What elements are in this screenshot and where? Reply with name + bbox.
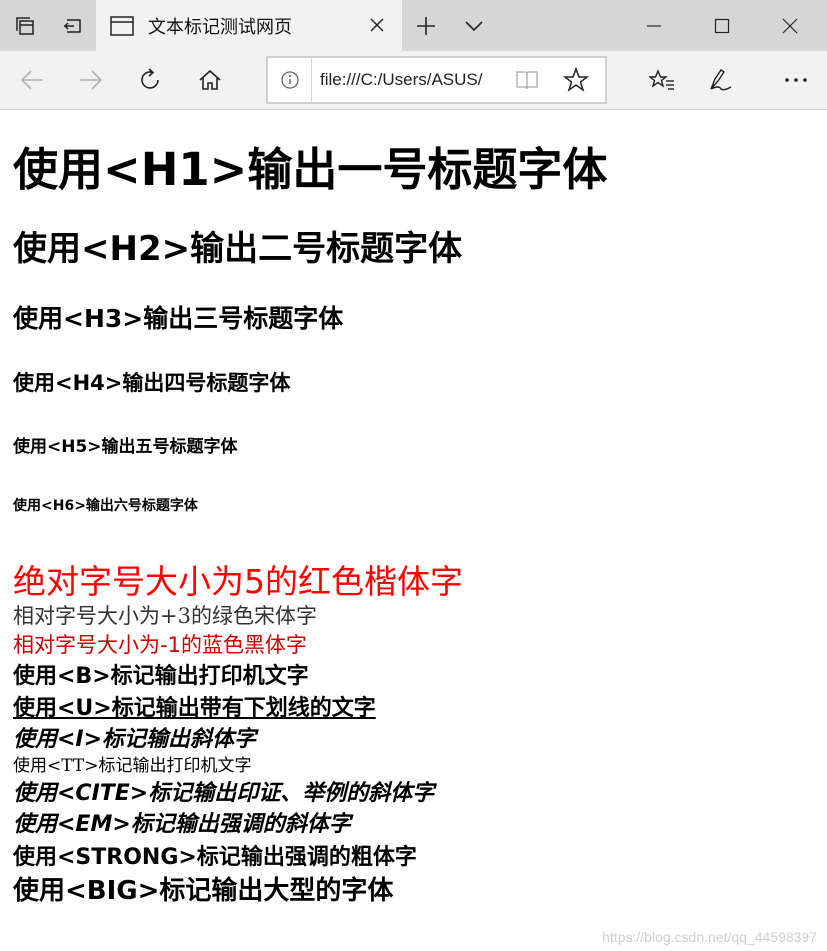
- bold-text: 使用<B>标记输出打印机文字: [13, 664, 309, 689]
- favorite-star-icon[interactable]: [561, 66, 591, 94]
- watermark: https://blog.csdn.net/qq_44598397: [602, 929, 817, 945]
- cite-text: 使用<CITE>标记输出印证、举例的斜体字: [13, 781, 435, 806]
- chevron-down-icon[interactable]: [456, 0, 492, 51]
- tab-back-icon[interactable]: [50, 0, 94, 51]
- window-close-icon[interactable]: [756, 0, 824, 51]
- info-icon[interactable]: [268, 58, 312, 102]
- plus-icon[interactable]: [408, 0, 444, 51]
- heading-h3: 使用<H3>输出三号标题字体: [13, 304, 344, 333]
- heading-h4: 使用<H4>输出四号标题字体: [13, 371, 291, 395]
- heading-h5: 使用<H5>输出五号标题字体: [13, 437, 238, 457]
- underline-text: 使用<U>标记输出带有下划线的文字: [13, 696, 376, 721]
- tab-active[interactable]: 文本标记测试网页: [96, 0, 402, 51]
- favorites-list-icon[interactable]: [642, 61, 682, 99]
- blue-hei-text: 相对字号大小为-1的蓝色黑体字: [13, 633, 307, 657]
- heading-h2: 使用<H2>输出二号标题字体: [13, 229, 463, 269]
- back-arrow-icon[interactable]: [12, 61, 52, 99]
- green-song-text: 相对字号大小为+3的绿色宋体字: [13, 604, 317, 628]
- heading-h6: 使用<H6>输出六号标题字体: [13, 498, 198, 514]
- minimize-icon[interactable]: [620, 0, 688, 51]
- italic-text: 使用<I>标记输出斜体字: [13, 727, 257, 752]
- more-icon[interactable]: [776, 61, 816, 99]
- maximize-icon[interactable]: [688, 0, 756, 51]
- navigation-bar: file:///C:/Users/ASUS/: [0, 51, 827, 110]
- forward-arrow-icon[interactable]: [71, 61, 111, 99]
- tab-title: 文本标记测试网页: [148, 16, 292, 38]
- heading-h1: 使用<H1>输出一号标题字体: [13, 143, 608, 196]
- close-icon[interactable]: [366, 14, 388, 36]
- big-text: 使用<BIG>标记输出大型的字体: [13, 876, 394, 906]
- strong-text: 使用<STRONG>标记输出强调的粗体字: [13, 845, 417, 870]
- red-kai-text: 绝对字号大小为5的红色楷体字: [13, 562, 463, 601]
- pen-icon[interactable]: [700, 61, 740, 99]
- page-content: 使用<H1>输出一号标题字体 使用<H2>输出二号标题字体 使用<H3>输出三号…: [0, 111, 827, 951]
- refresh-icon[interactable]: [131, 61, 171, 99]
- address-bar[interactable]: file:///C:/Users/ASUS/: [266, 56, 607, 104]
- teletype-text: 使用<TT>标记输出打印机文字: [13, 756, 252, 776]
- home-icon[interactable]: [190, 61, 230, 99]
- tabs-aside-icon[interactable]: [4, 0, 48, 51]
- title-bar: 文本标记测试网页: [0, 0, 827, 51]
- em-text: 使用<EM>标记输出强调的斜体字: [13, 812, 351, 837]
- url-text[interactable]: file:///C:/Users/ASUS/: [320, 70, 510, 90]
- page-icon: [110, 15, 134, 36]
- reading-view-icon[interactable]: [514, 67, 540, 93]
